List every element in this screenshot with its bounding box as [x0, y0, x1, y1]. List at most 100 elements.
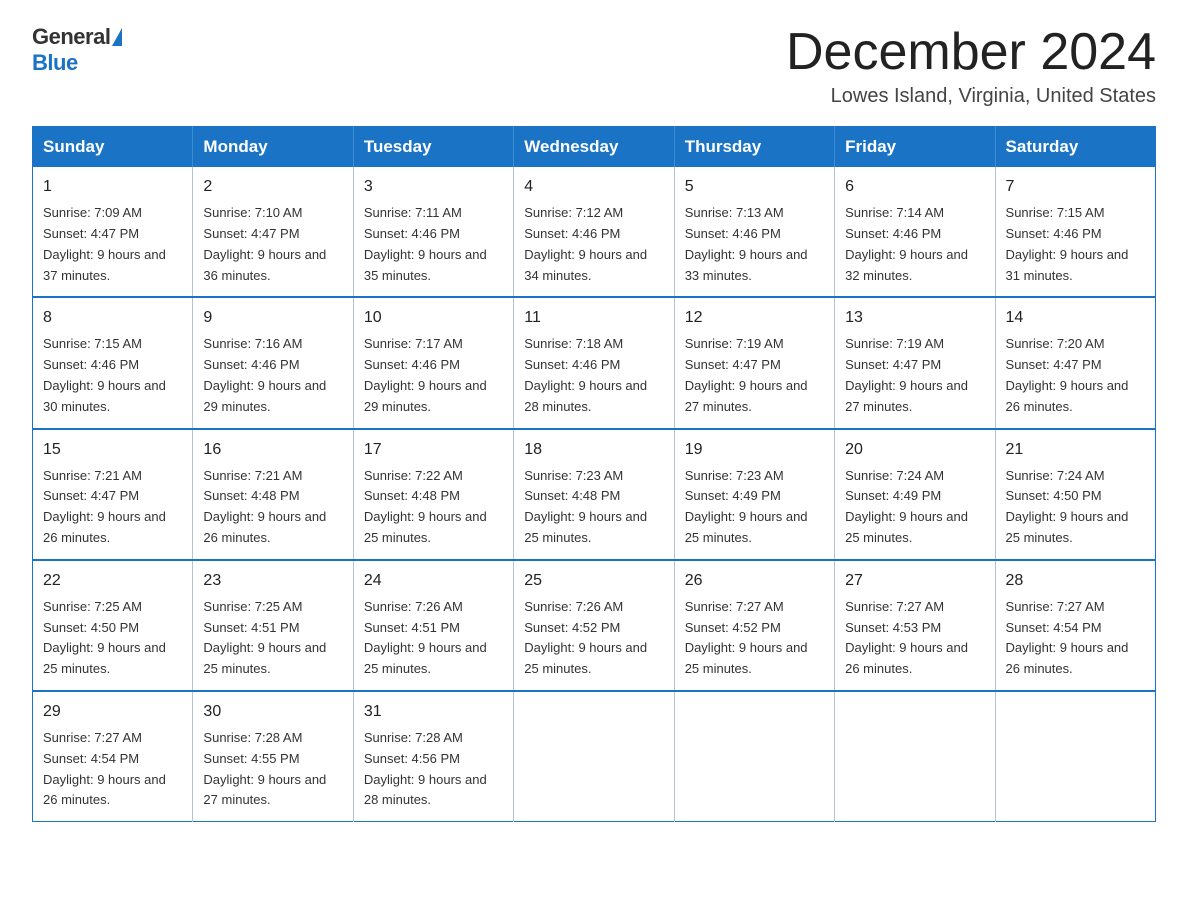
calendar-cell: 4 Sunrise: 7:12 AMSunset: 4:46 PMDaylight…: [514, 167, 674, 297]
day-number: 2: [203, 175, 342, 199]
day-number: 9: [203, 306, 342, 330]
day-number: 31: [364, 700, 503, 724]
day-number: 26: [685, 569, 824, 593]
day-info: Sunrise: 7:11 AMSunset: 4:46 PMDaylight:…: [364, 203, 503, 286]
day-info: Sunrise: 7:15 AMSunset: 4:46 PMDaylight:…: [43, 334, 182, 417]
day-number: 8: [43, 306, 182, 330]
calendar-cell: 12 Sunrise: 7:19 AMSunset: 4:47 PMDayligh…: [674, 297, 834, 428]
calendar-cell: 23Sunrise: 7:25 AMSunset: 4:51 PMDayligh…: [193, 560, 353, 691]
day-number: 14: [1006, 306, 1145, 330]
day-number: 30: [203, 700, 342, 724]
day-info: Sunrise: 7:23 AMSunset: 4:49 PMDaylight:…: [685, 466, 824, 549]
day-number: 3: [364, 175, 503, 199]
calendar-week-4: 22Sunrise: 7:25 AMSunset: 4:50 PMDayligh…: [33, 560, 1156, 691]
day-number: 15: [43, 438, 182, 462]
weekday-header-sunday: Sunday: [33, 127, 193, 168]
calendar-cell: 29Sunrise: 7:27 AMSunset: 4:54 PMDayligh…: [33, 691, 193, 822]
calendar-cell: [995, 691, 1155, 822]
day-info: Sunrise: 7:24 AMSunset: 4:49 PMDaylight:…: [845, 466, 984, 549]
day-info: Sunrise: 7:21 AMSunset: 4:48 PMDaylight:…: [203, 466, 342, 549]
day-number: 4: [524, 175, 663, 199]
page-header: General Blue December 2024 Lowes Island,…: [32, 24, 1156, 108]
day-number: 19: [685, 438, 824, 462]
day-number: 27: [845, 569, 984, 593]
weekday-header-wednesday: Wednesday: [514, 127, 674, 168]
calendar-cell: 21 Sunrise: 7:24 AMSunset: 4:50 PMDayligh…: [995, 429, 1155, 560]
weekday-header-saturday: Saturday: [995, 127, 1155, 168]
day-number: 12: [685, 306, 824, 330]
day-number: 21: [1006, 438, 1145, 462]
calendar-cell: 3 Sunrise: 7:11 AMSunset: 4:46 PMDaylight…: [353, 167, 513, 297]
day-number: 6: [845, 175, 984, 199]
day-info: Sunrise: 7:22 AMSunset: 4:48 PMDaylight:…: [364, 466, 503, 549]
calendar-cell: 31Sunrise: 7:28 AMSunset: 4:56 PMDayligh…: [353, 691, 513, 822]
calendar-cell: 24 Sunrise: 7:26 AMSunset: 4:51 PMDayligh…: [353, 560, 513, 691]
day-number: 5: [685, 175, 824, 199]
day-number: 7: [1006, 175, 1145, 199]
day-number: 16: [203, 438, 342, 462]
calendar-body: 1 Sunrise: 7:09 AMSunset: 4:47 PMDaylight…: [33, 167, 1156, 821]
calendar-cell: 9 Sunrise: 7:16 AMSunset: 4:46 PMDaylight…: [193, 297, 353, 428]
logo-triangle-icon: [112, 28, 122, 46]
calendar-cell: 15 Sunrise: 7:21 AMSunset: 4:47 PMDayligh…: [33, 429, 193, 560]
page-subtitle: Lowes Island, Virginia, United States: [786, 85, 1156, 108]
day-info: Sunrise: 7:12 AMSunset: 4:46 PMDaylight:…: [524, 203, 663, 286]
day-info: Sunrise: 7:25 AMSunset: 4:50 PMDaylight:…: [43, 597, 182, 680]
day-number: 1: [43, 175, 182, 199]
day-info: Sunrise: 7:13 AMSunset: 4:46 PMDaylight:…: [685, 203, 824, 286]
weekday-header-tuesday: Tuesday: [353, 127, 513, 168]
day-info: Sunrise: 7:24 AMSunset: 4:50 PMDaylight:…: [1006, 466, 1145, 549]
day-info: Sunrise: 7:28 AMSunset: 4:55 PMDaylight:…: [203, 728, 342, 811]
day-number: 24: [364, 569, 503, 593]
day-info: Sunrise: 7:23 AMSunset: 4:48 PMDaylight:…: [524, 466, 663, 549]
day-number: 10: [364, 306, 503, 330]
calendar-cell: 8 Sunrise: 7:15 AMSunset: 4:46 PMDaylight…: [33, 297, 193, 428]
day-number: 20: [845, 438, 984, 462]
weekday-header-friday: Friday: [835, 127, 995, 168]
day-number: 11: [524, 306, 663, 330]
calendar-cell: 22Sunrise: 7:25 AMSunset: 4:50 PMDayligh…: [33, 560, 193, 691]
calendar-cell: 5 Sunrise: 7:13 AMSunset: 4:46 PMDaylight…: [674, 167, 834, 297]
day-info: Sunrise: 7:17 AMSunset: 4:46 PMDaylight:…: [364, 334, 503, 417]
calendar-cell: 28 Sunrise: 7:27 AMSunset: 4:54 PMDayligh…: [995, 560, 1155, 691]
day-info: Sunrise: 7:27 AMSunset: 4:53 PMDaylight:…: [845, 597, 984, 680]
day-number: 28: [1006, 569, 1145, 593]
day-number: 29: [43, 700, 182, 724]
calendar-cell: 14 Sunrise: 7:20 AMSunset: 4:47 PMDayligh…: [995, 297, 1155, 428]
calendar-table: SundayMondayTuesdayWednesdayThursdayFrid…: [32, 126, 1156, 822]
calendar-week-2: 8 Sunrise: 7:15 AMSunset: 4:46 PMDaylight…: [33, 297, 1156, 428]
calendar-cell: [835, 691, 995, 822]
weekday-header-row: SundayMondayTuesdayWednesdayThursdayFrid…: [33, 127, 1156, 168]
day-info: Sunrise: 7:26 AMSunset: 4:51 PMDaylight:…: [364, 597, 503, 680]
calendar-cell: 25 Sunrise: 7:26 AMSunset: 4:52 PMDayligh…: [514, 560, 674, 691]
day-number: 25: [524, 569, 663, 593]
calendar-cell: 20 Sunrise: 7:24 AMSunset: 4:49 PMDayligh…: [835, 429, 995, 560]
calendar-cell: 1 Sunrise: 7:09 AMSunset: 4:47 PMDaylight…: [33, 167, 193, 297]
calendar-cell: 30 Sunrise: 7:28 AMSunset: 4:55 PMDayligh…: [193, 691, 353, 822]
calendar-header: SundayMondayTuesdayWednesdayThursdayFrid…: [33, 127, 1156, 168]
day-info: Sunrise: 7:09 AMSunset: 4:47 PMDaylight:…: [43, 203, 182, 286]
calendar-cell: 19 Sunrise: 7:23 AMSunset: 4:49 PMDayligh…: [674, 429, 834, 560]
day-info: Sunrise: 7:27 AMSunset: 4:52 PMDaylight:…: [685, 597, 824, 680]
weekday-header-monday: Monday: [193, 127, 353, 168]
calendar-cell: 26 Sunrise: 7:27 AMSunset: 4:52 PMDayligh…: [674, 560, 834, 691]
calendar-week-5: 29Sunrise: 7:27 AMSunset: 4:54 PMDayligh…: [33, 691, 1156, 822]
day-info: Sunrise: 7:26 AMSunset: 4:52 PMDaylight:…: [524, 597, 663, 680]
logo-blue-text: Blue: [32, 50, 78, 76]
day-info: Sunrise: 7:27 AMSunset: 4:54 PMDaylight:…: [1006, 597, 1145, 680]
day-info: Sunrise: 7:15 AMSunset: 4:46 PMDaylight:…: [1006, 203, 1145, 286]
calendar-cell: 18 Sunrise: 7:23 AMSunset: 4:48 PMDayligh…: [514, 429, 674, 560]
title-area: December 2024 Lowes Island, Virginia, Un…: [786, 24, 1156, 108]
calendar-cell: 2Sunrise: 7:10 AMSunset: 4:47 PMDaylight…: [193, 167, 353, 297]
calendar-week-3: 15 Sunrise: 7:21 AMSunset: 4:47 PMDayligh…: [33, 429, 1156, 560]
calendar-cell: 16 Sunrise: 7:21 AMSunset: 4:48 PMDayligh…: [193, 429, 353, 560]
day-info: Sunrise: 7:19 AMSunset: 4:47 PMDaylight:…: [685, 334, 824, 417]
day-info: Sunrise: 7:25 AMSunset: 4:51 PMDaylight:…: [203, 597, 342, 680]
day-info: Sunrise: 7:16 AMSunset: 4:46 PMDaylight:…: [203, 334, 342, 417]
day-info: Sunrise: 7:21 AMSunset: 4:47 PMDaylight:…: [43, 466, 182, 549]
day-info: Sunrise: 7:20 AMSunset: 4:47 PMDaylight:…: [1006, 334, 1145, 417]
calendar-cell: 10 Sunrise: 7:17 AMSunset: 4:46 PMDayligh…: [353, 297, 513, 428]
day-number: 18: [524, 438, 663, 462]
calendar-cell: 6Sunrise: 7:14 AMSunset: 4:46 PMDaylight…: [835, 167, 995, 297]
calendar-cell: 7 Sunrise: 7:15 AMSunset: 4:46 PMDaylight…: [995, 167, 1155, 297]
